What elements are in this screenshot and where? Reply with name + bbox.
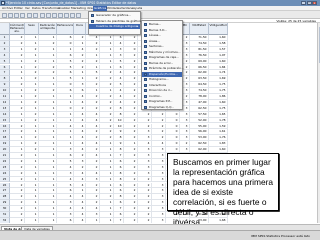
undo-icon[interactable]: [27, 12, 32, 18]
submenu-item-label: Interactivos: [149, 82, 167, 87]
menu-item-chart-builder[interactable]: Generador de gráficos...: [89, 13, 140, 18]
submenu-item[interactable]: Control...: [142, 94, 182, 99]
submenu-item-label: Histograma...: [149, 77, 169, 81]
submenu-item[interactable]: Barras...: [142, 22, 182, 27]
submenu-item[interactable]: Barras 3-D...: [142, 28, 182, 33]
row-number[interactable]: 32: [0, 217, 10, 223]
save-icon[interactable]: [8, 12, 13, 18]
submenu-item-label: Barras de error...: [149, 60, 174, 65]
legacy-dialogs-submenu: Barras... Barras 3-D... Líneas... Áreas... S…: [141, 20, 184, 110]
toolbar: [0, 11, 320, 19]
submenu-item-label: Dirección de ir...: [149, 88, 173, 92]
menu-item-template-chooser[interactable]: Tablero de plantillas de gráficos...: [89, 19, 145, 24]
column-header[interactable]: Sexo: [25, 23, 39, 35]
split-file-icon[interactable]: [76, 12, 81, 18]
submenu-item[interactable]: Diagramas Q-Q...: [142, 105, 182, 110]
table-cell[interactable]: 2: [10, 217, 25, 223]
table-cell[interactable]: 3: [152, 217, 166, 223]
area-chart-icon: [143, 39, 147, 43]
column-header[interactable]: Dedicación al Deporte: [39, 23, 57, 35]
submenu-item[interactable]: Pirámide de población...: [142, 66, 184, 71]
annotation-text: Buscamos en primer lugar la representaci…: [173, 157, 274, 227]
graphs-menu: Generador de gráficos... Tablero de plan…: [88, 11, 145, 35]
close-button[interactable]: x: [312, 1, 317, 5]
submenu-item[interactable]: Interactivos: [142, 83, 182, 88]
line-chart-icon: [143, 34, 147, 38]
print-icon[interactable]: [14, 12, 19, 18]
submenu-item-label: Barras...: [149, 22, 162, 26]
submenu-item[interactable]: Diagramas de caja...: [142, 55, 182, 60]
boxplot-icon: [143, 56, 147, 60]
template-chooser-icon: [90, 19, 94, 23]
maximize-button[interactable]: □: [306, 1, 312, 5]
table-cell[interactable]: 2: [124, 217, 138, 223]
submenu-item-label: Máximos y mínimos...: [149, 49, 181, 54]
submenu-item-label: Sectores...: [149, 44, 165, 48]
submenu-item[interactable]: Dispersión/Puntos...: [142, 71, 182, 77]
app-icon: [1, 1, 5, 5]
submenu-item-label: Pirámide de población...: [149, 66, 184, 70]
variables-icon[interactable]: [52, 12, 57, 18]
column-header[interactable]: Dura: [74, 23, 86, 35]
submenu-item[interactable]: Líneas...: [142, 33, 182, 38]
chart-builder-icon: [90, 14, 94, 18]
submenu-item-label: Dispersión/Puntos...: [149, 71, 178, 76]
submenu-item[interactable]: Diagramas P-P...: [142, 99, 182, 104]
histogram-icon: [143, 78, 147, 82]
menu-item-legacy-dialogs[interactable]: Cuadros de diálogo antiguos ▸: [89, 24, 140, 30]
submenu-item-label: Control...: [149, 93, 163, 98]
dialog-recall-icon[interactable]: [20, 12, 25, 18]
table-cell[interactable]: 4: [74, 217, 86, 223]
chevron-right-icon: ▸: [137, 24, 139, 28]
scatter-icon: [143, 72, 147, 76]
column-header[interactable]: Pertenencia: [57, 23, 74, 35]
submenu-item[interactable]: Máximos y mínimos...: [142, 50, 182, 55]
submenu-item-label: Líneas...: [149, 33, 162, 37]
pie-chart-icon: [143, 45, 147, 49]
row-header-corner[interactable]: [0, 23, 10, 35]
table-cell[interactable]: 1: [39, 217, 57, 223]
redo-icon[interactable]: [33, 12, 38, 18]
submenu-item[interactable]: Barras de error...: [142, 61, 182, 66]
control-icon: [143, 94, 147, 98]
status-bar: IBM SPSS Statistics Processor está listo: [0, 230, 320, 240]
interactive-icon: [143, 83, 147, 87]
bar-3d-icon: [143, 28, 147, 32]
submenu-item-label: Diagramas P-P...: [149, 99, 173, 103]
column-header[interactable]: Cód.Centro/ Pertenecía alu.: [10, 23, 25, 35]
submenu-item-label: Barras 3-D...: [149, 27, 168, 32]
goto-variable-icon[interactable]: [46, 12, 51, 18]
submenu-item[interactable]: Áreas...: [142, 39, 182, 44]
table-cell[interactable]: 1: [100, 217, 114, 223]
error-bar-icon: [143, 61, 147, 65]
open-icon[interactable]: [2, 12, 7, 18]
submenu-item[interactable]: Dirección de ir...: [142, 88, 182, 93]
pyramid-icon: [143, 67, 147, 71]
find-icon[interactable]: [58, 12, 63, 18]
pp-plot-icon: [143, 100, 147, 104]
submenu-item-label: Áreas...: [149, 38, 160, 43]
table-cell[interactable]: 6: [57, 217, 74, 223]
column-header[interactable]: VO2genMod: [209, 23, 228, 35]
status-text: IBM SPSS Statistics Processor está listo: [251, 234, 310, 238]
table-cell[interactable]: 7: [114, 217, 124, 223]
bar-chart-icon: [143, 23, 147, 27]
minimize-button[interactable]: _: [301, 1, 306, 5]
submenu-item[interactable]: Histograma...: [142, 77, 182, 82]
table-cell[interactable]: 1: [86, 217, 100, 223]
high-low-icon: [143, 50, 147, 54]
column-header[interactable]: VO2Estad: [190, 23, 209, 35]
annotation-callout: Buscamos en primer lugar la representaci…: [167, 153, 279, 227]
direction-icon: [143, 89, 147, 93]
table-cell[interactable]: 2: [138, 217, 152, 223]
submenu-item[interactable]: Sectores...: [142, 44, 182, 49]
submenu-item-label: Diagramas de caja...: [149, 55, 179, 59]
goto-case-icon[interactable]: [40, 12, 45, 18]
insert-cases-icon[interactable]: [64, 12, 69, 18]
qq-plot-icon: [143, 105, 147, 109]
table-cell[interactable]: 1: [25, 217, 39, 223]
submenu-item-label: Diagramas Q-Q...: [149, 104, 175, 109]
insert-variable-icon[interactable]: [70, 12, 75, 18]
